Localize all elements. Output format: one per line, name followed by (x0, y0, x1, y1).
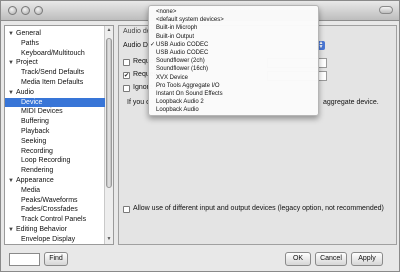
sidebar-item[interactable]: Device (5, 97, 105, 107)
sidebar-item-label: Track Control Panels (21, 216, 87, 224)
menu-item-label: USB Audio CODEC (156, 41, 209, 48)
sidebar-item-label: Playback (21, 128, 50, 135)
menu-item[interactable]: Loopback Audio 2 (149, 98, 318, 106)
sidebar-item-label: Seeking (21, 137, 47, 145)
menu-item[interactable]: <default system devices> (149, 16, 318, 24)
disclosure-triangle-icon[interactable]: ▼ (8, 226, 16, 235)
sidebar-item-label: Device (21, 98, 43, 106)
sidebar-item-label: Media Item Defaults (21, 79, 84, 86)
find-button[interactable]: Find (44, 252, 68, 266)
preferences-window: ▲ ▼ ▼ General Paths Keyboard/Multitouch ▼ Pro… (0, 0, 400, 272)
sidebar-item[interactable]: Track Control Panels (5, 215, 105, 224)
sidebar-item-label: Fades/Crossfades (21, 206, 78, 214)
close-button[interactable] (8, 6, 17, 15)
sidebar-item[interactable]: Keyboard/Multitouch (5, 49, 105, 58)
sidebar-item-label: Loop Recording (21, 157, 71, 165)
sidebar-item-label: Audio (16, 88, 34, 96)
menu-item[interactable]: USB Audio CODEC (149, 49, 318, 57)
sidebar-item-label: Buffering (21, 118, 49, 126)
sidebar-item[interactable]: ▼ Audio (5, 88, 105, 97)
request-block-size-checkbox[interactable] (123, 72, 130, 79)
cancel-button[interactable]: Cancel (315, 252, 347, 266)
menu-item[interactable]: Soundflower (16ch) (149, 65, 318, 73)
menu-item[interactable]: XVX Device (149, 74, 318, 82)
menu-item[interactable]: Soundflower (2ch) (149, 57, 318, 65)
disclosure-triangle-icon[interactable]: ▼ (8, 59, 16, 68)
menu-item-label: Loopback Audio 2 (156, 99, 204, 106)
sidebar-item[interactable]: Seeking (5, 137, 105, 146)
aggregate-info-text-end: aggregate device. (323, 99, 379, 106)
disclosure-triangle-icon[interactable]: ▼ (8, 177, 16, 186)
sidebar-item[interactable]: Fades/Crossfades (5, 205, 105, 214)
sidebar-item[interactable]: ▼ Editing Behavior (5, 225, 105, 234)
menu-item[interactable]: ✓ USB Audio CODEC (149, 41, 318, 49)
sidebar-item[interactable]: Paths (5, 39, 105, 48)
sidebar-item-label: Envelope Display (21, 235, 76, 243)
sidebar-item[interactable]: Rendering (5, 166, 105, 175)
menu-item[interactable]: Pro Tools Aggregate I/O (149, 82, 318, 90)
menu-item-label: Soundflower (2ch) (156, 58, 205, 65)
menu-item[interactable]: Loopback Audio (149, 106, 318, 114)
ok-button[interactable]: OK (285, 252, 311, 266)
menu-item-label: Soundflower (16ch) (156, 66, 209, 73)
menu-item[interactable]: Built-in Output (149, 33, 318, 41)
sidebar-item[interactable]: Envelope Display (5, 235, 105, 244)
sidebar-item-label: Rendering (21, 167, 54, 175)
scroll-down-arrow-icon[interactable]: ▼ (105, 235, 113, 244)
sidebar-item[interactable]: Peaks/Waveforms (5, 196, 105, 205)
sidebar-item-label: MIDI Devices (21, 108, 63, 116)
sidebar-item-label: Editing Behavior (16, 226, 67, 233)
sidebar-item-label: Media (21, 186, 41, 194)
sidebar-item[interactable]: Media Item Defaults (5, 78, 105, 87)
sidebar-item-label: Appearance (16, 177, 54, 184)
menu-item[interactable]: <none> (149, 8, 318, 16)
menu-item-label: <default system devices> (156, 17, 224, 24)
sidebar-item[interactable]: Playback (5, 127, 105, 136)
audio-device-dropdown-menu: <none> <default system devices> Built-in M… (148, 5, 319, 116)
sidebar-item[interactable]: Loop Recording (5, 156, 105, 165)
menu-item-label: <none> (156, 9, 177, 15)
sidebar-item[interactable]: ▼ General (5, 29, 105, 38)
sidebar-item-label: Track/Send Defaults (21, 69, 85, 77)
menu-item[interactable]: Instant On Sound Effects (149, 90, 318, 98)
menu-item-label: Built-in Microph (156, 25, 198, 32)
sidebar-item[interactable]: MIDI Devices (5, 107, 105, 116)
menu-item-label: Built-in Output (156, 33, 195, 40)
ignore-running-checkbox[interactable] (123, 85, 130, 92)
apply-button[interactable]: Apply (351, 252, 383, 266)
sidebar-item[interactable]: Media (5, 186, 105, 195)
request-sample-rate-checkbox[interactable] (123, 59, 130, 66)
preferences-search-input[interactable] (9, 253, 40, 266)
menu-item-label: Pro Tools Aggregate I/O (156, 82, 220, 89)
sidebar-item-label: Keyboard/Multitouch (21, 49, 85, 57)
zoom-button[interactable] (34, 6, 43, 15)
sidebar-scrollbar[interactable]: ▲ ▼ (104, 26, 113, 244)
menu-item-label: USB Audio CODEC (156, 50, 209, 56)
checkmark-icon: ✓ (150, 41, 156, 48)
sidebar-item[interactable]: ▼ Appearance (5, 176, 105, 185)
menu-item-label: Instant On Sound Effects (156, 91, 223, 97)
menu-item[interactable]: Built-in Microph (149, 24, 318, 32)
disclosure-triangle-icon[interactable]: ▼ (8, 30, 16, 39)
preferences-category-tree: ▲ ▼ ▼ General Paths Keyboard/Multitouch ▼ Pro… (4, 25, 114, 245)
allow-different-devices-label: Allow use of different input and output … (133, 205, 384, 212)
sidebar-item[interactable]: Recording (5, 147, 105, 156)
sidebar-item-label: Recording (21, 147, 53, 155)
scroll-up-arrow-icon[interactable]: ▲ (105, 26, 113, 35)
menu-item-label: Loopback Audio (156, 107, 199, 114)
scroll-thumb[interactable] (106, 38, 112, 188)
sidebar-item-label: General (16, 30, 41, 37)
toolbar-toggle-button[interactable] (379, 6, 393, 14)
sidebar-item-label: Peaks/Waveforms (21, 196, 78, 204)
sidebar-item[interactable]: Buffering (5, 117, 105, 126)
sidebar-item-label: Paths (21, 39, 39, 47)
aggregate-info-text-start: If you c (127, 99, 150, 106)
menu-item-label: XVX Device (156, 74, 189, 81)
allow-different-devices-checkbox[interactable] (123, 206, 130, 213)
sidebar-item[interactable]: ▼ Project (5, 58, 105, 67)
disclosure-triangle-icon[interactable]: ▼ (8, 89, 16, 98)
sidebar-item[interactable]: Track/Send Defaults (5, 68, 105, 77)
sidebar-item-label: Project (16, 59, 38, 67)
minimize-button[interactable] (21, 6, 30, 15)
